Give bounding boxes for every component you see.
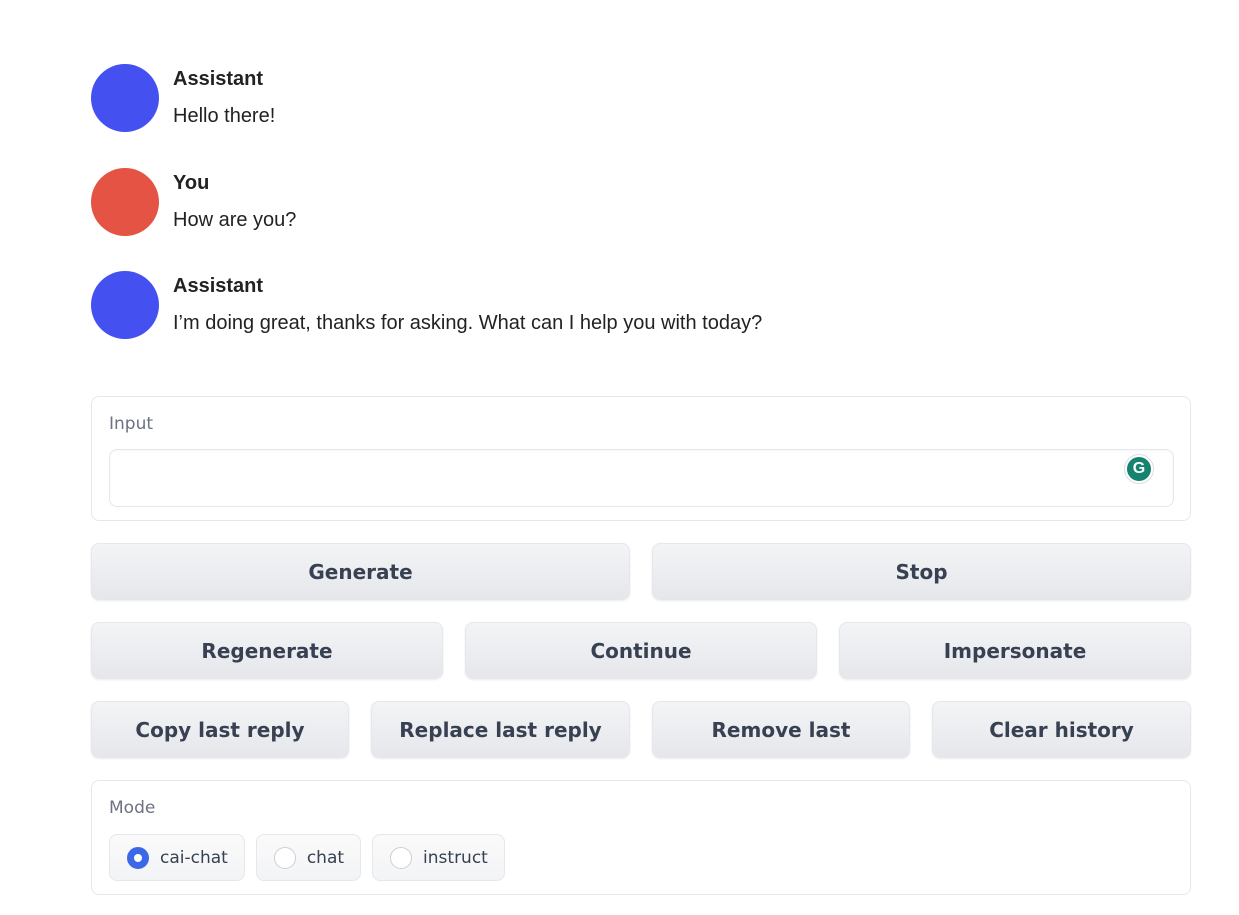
replace-last-reply-button[interactable]: Replace last reply <box>371 701 630 758</box>
mode-option-chat[interactable]: chat <box>255 834 362 881</box>
radio-unchecked-icon[interactable] <box>273 846 296 869</box>
mode-radio-group: cai-chat chat instruct <box>109 834 505 881</box>
mode-option-cai-chat[interactable]: cai-chat <box>109 834 245 881</box>
message-text: I’m doing great, thanks for asking. What… <box>173 312 763 334</box>
continue-button[interactable]: Continue <box>465 622 817 679</box>
mode-option-label: instruct <box>423 847 488 868</box>
chat-message: You How are you? <box>91 167 1091 272</box>
mode-option-label: chat <box>306 847 345 868</box>
clear-history-button[interactable]: Clear history <box>932 701 1191 758</box>
message-author: You <box>173 171 210 194</box>
user-avatar <box>91 167 159 236</box>
copy-last-reply-button[interactable]: Copy last reply <box>91 701 349 758</box>
message-author: Assistant <box>173 68 264 90</box>
message-text: Hello there! <box>173 105 276 127</box>
mode-label: Mode <box>109 798 156 818</box>
remove-last-button[interactable]: Remove last <box>652 701 910 758</box>
chat-message: Assistant I’m doing great, thanks for as… <box>91 271 1091 375</box>
impersonate-button[interactable]: Impersonate <box>839 622 1191 679</box>
grammarly-g-glyph: G <box>1127 457 1151 481</box>
grammarly-icon[interactable]: G <box>1124 454 1154 484</box>
generate-button[interactable]: Generate <box>91 543 630 600</box>
chat-message: Assistant Hello there! <box>91 64 1091 168</box>
input-textbox[interactable]: G <box>109 449 1174 507</box>
radio-checked-icon[interactable] <box>127 846 149 869</box>
mode-option-instruct[interactable]: instruct <box>372 834 505 881</box>
assistant-avatar <box>91 64 159 132</box>
input-panel: Input G <box>91 396 1191 521</box>
assistant-avatar <box>91 271 159 339</box>
message-text: How are you? <box>173 208 297 231</box>
chat-history: Assistant Hello there! You How are you? … <box>91 64 1091 375</box>
regenerate-button[interactable]: Regenerate <box>91 622 443 679</box>
radio-unchecked-icon[interactable] <box>390 846 413 869</box>
message-author: Assistant <box>173 275 264 297</box>
input-label: Input <box>109 414 154 434</box>
mode-option-label: cai-chat <box>160 847 228 868</box>
mode-panel: Mode cai-chat chat instruct <box>91 780 1191 895</box>
stop-button[interactable]: Stop <box>652 543 1191 600</box>
